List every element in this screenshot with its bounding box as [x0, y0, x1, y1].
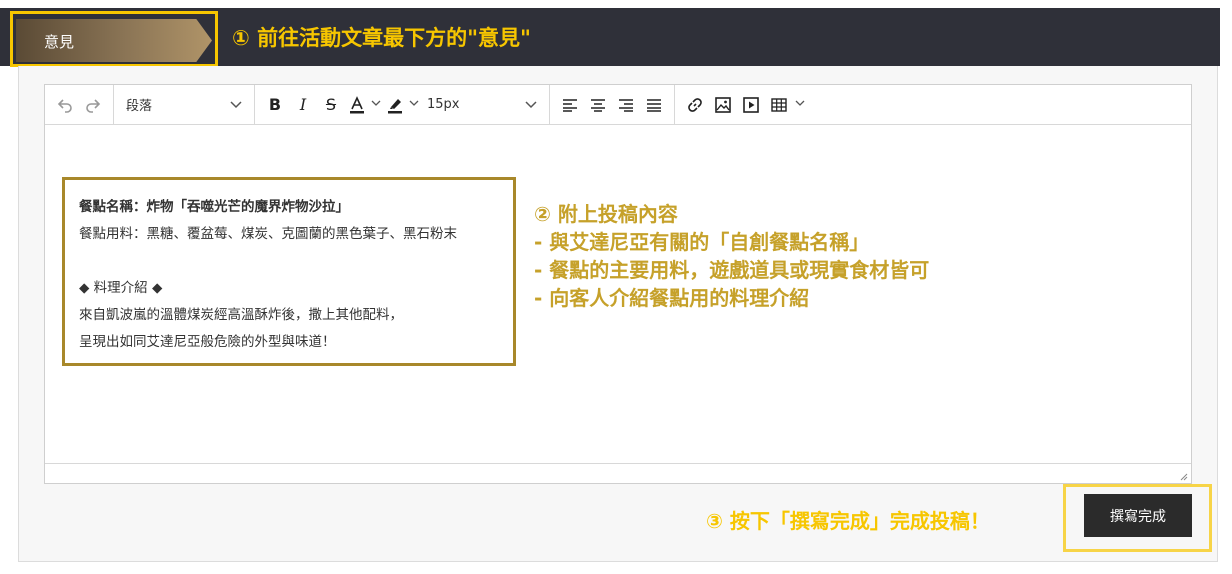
- italic-icon[interactable]: I: [289, 91, 317, 119]
- align-group: [550, 85, 675, 124]
- editor-toolbar: 段落 B I S 15px: [45, 85, 1191, 125]
- video-icon[interactable]: [737, 91, 765, 119]
- image-icon[interactable]: [709, 91, 737, 119]
- chevron-down-icon[interactable]: [793, 98, 807, 112]
- opinion-tab[interactable]: 意見: [16, 19, 212, 62]
- step1-instruction: ① 前往活動文章最下方的"意見": [232, 26, 531, 50]
- step2-item: - 向客人介紹餐點用的料理介紹: [534, 286, 810, 310]
- post-intro-line2: 呈現出如同艾達尼亞般危險的外型與味道！: [79, 334, 336, 350]
- table-icon[interactable]: [765, 91, 793, 119]
- post-ingredients: 餐點用料：黑糖、覆盆莓、煤炭、克圖蘭的黑色葉子、黑石粉末: [79, 226, 457, 242]
- font-color-icon[interactable]: [345, 91, 369, 119]
- post-intro-line1: 來自凱波嵐的溫體煤炭經高溫酥炸後，撒上其他配料，: [79, 307, 403, 323]
- history-group: [45, 85, 114, 124]
- post-dish-name: 餐點名稱：炸物「吞噬光芒的魔界炸物沙拉」: [79, 199, 349, 215]
- link-icon[interactable]: [681, 91, 709, 119]
- chevron-down-icon: [525, 100, 537, 108]
- strikethrough-icon[interactable]: S: [317, 91, 345, 119]
- step2-item: - 餐點的主要用料，遊戲道具或現實食材皆可: [534, 258, 930, 282]
- align-right-icon[interactable]: [612, 91, 640, 119]
- block-format-group: 段落: [114, 85, 255, 124]
- editor-statusbar: [45, 463, 1191, 483]
- font-size-select[interactable]: 15px: [421, 91, 543, 119]
- sample-post-box: 餐點名稱：炸物「吞噬光芒的魔界炸物沙拉」 餐點用料：黑糖、覆盆莓、煤炭、克圖蘭的…: [62, 177, 516, 366]
- align-left-icon[interactable]: [556, 91, 584, 119]
- step3-instruction: ③ 按下「撰寫完成」完成投稿！: [706, 509, 990, 533]
- submit-button[interactable]: 撰寫完成: [1084, 494, 1192, 537]
- chevron-down-icon[interactable]: [369, 98, 383, 112]
- paragraph-select[interactable]: 段落: [120, 91, 248, 119]
- align-center-icon[interactable]: [584, 91, 612, 119]
- text-format-group: B I S 15px: [255, 85, 550, 124]
- opinion-tab-highlight: 意見: [10, 11, 218, 67]
- undo-icon[interactable]: [51, 91, 79, 119]
- step2-instructions: ② 附上投稿內容 - 與艾達尼亞有關的「自創餐點名稱」 - 餐點的主要用料，遊戲…: [534, 200, 929, 312]
- submit-button-highlight: 撰寫完成: [1063, 484, 1212, 552]
- step2-item: - 與艾達尼亞有關的「自創餐點名稱」: [534, 230, 870, 254]
- font-size-select-value: 15px: [427, 97, 460, 112]
- redo-icon[interactable]: [79, 91, 107, 119]
- paragraph-select-value: 段落: [126, 99, 153, 114]
- highlight-color-icon[interactable]: [383, 91, 407, 119]
- step2-title: ② 附上投稿內容: [534, 202, 678, 226]
- insert-group: [675, 85, 813, 124]
- align-justify-icon[interactable]: [640, 91, 668, 119]
- opinion-tab-label: 意見: [44, 33, 75, 51]
- bold-icon[interactable]: B: [261, 91, 289, 119]
- post-intro-heading: ◆ 料理介紹 ◆: [79, 280, 163, 296]
- resize-handle-icon[interactable]: [1178, 471, 1188, 481]
- chevron-down-icon: [230, 100, 242, 108]
- chevron-down-icon[interactable]: [407, 98, 421, 112]
